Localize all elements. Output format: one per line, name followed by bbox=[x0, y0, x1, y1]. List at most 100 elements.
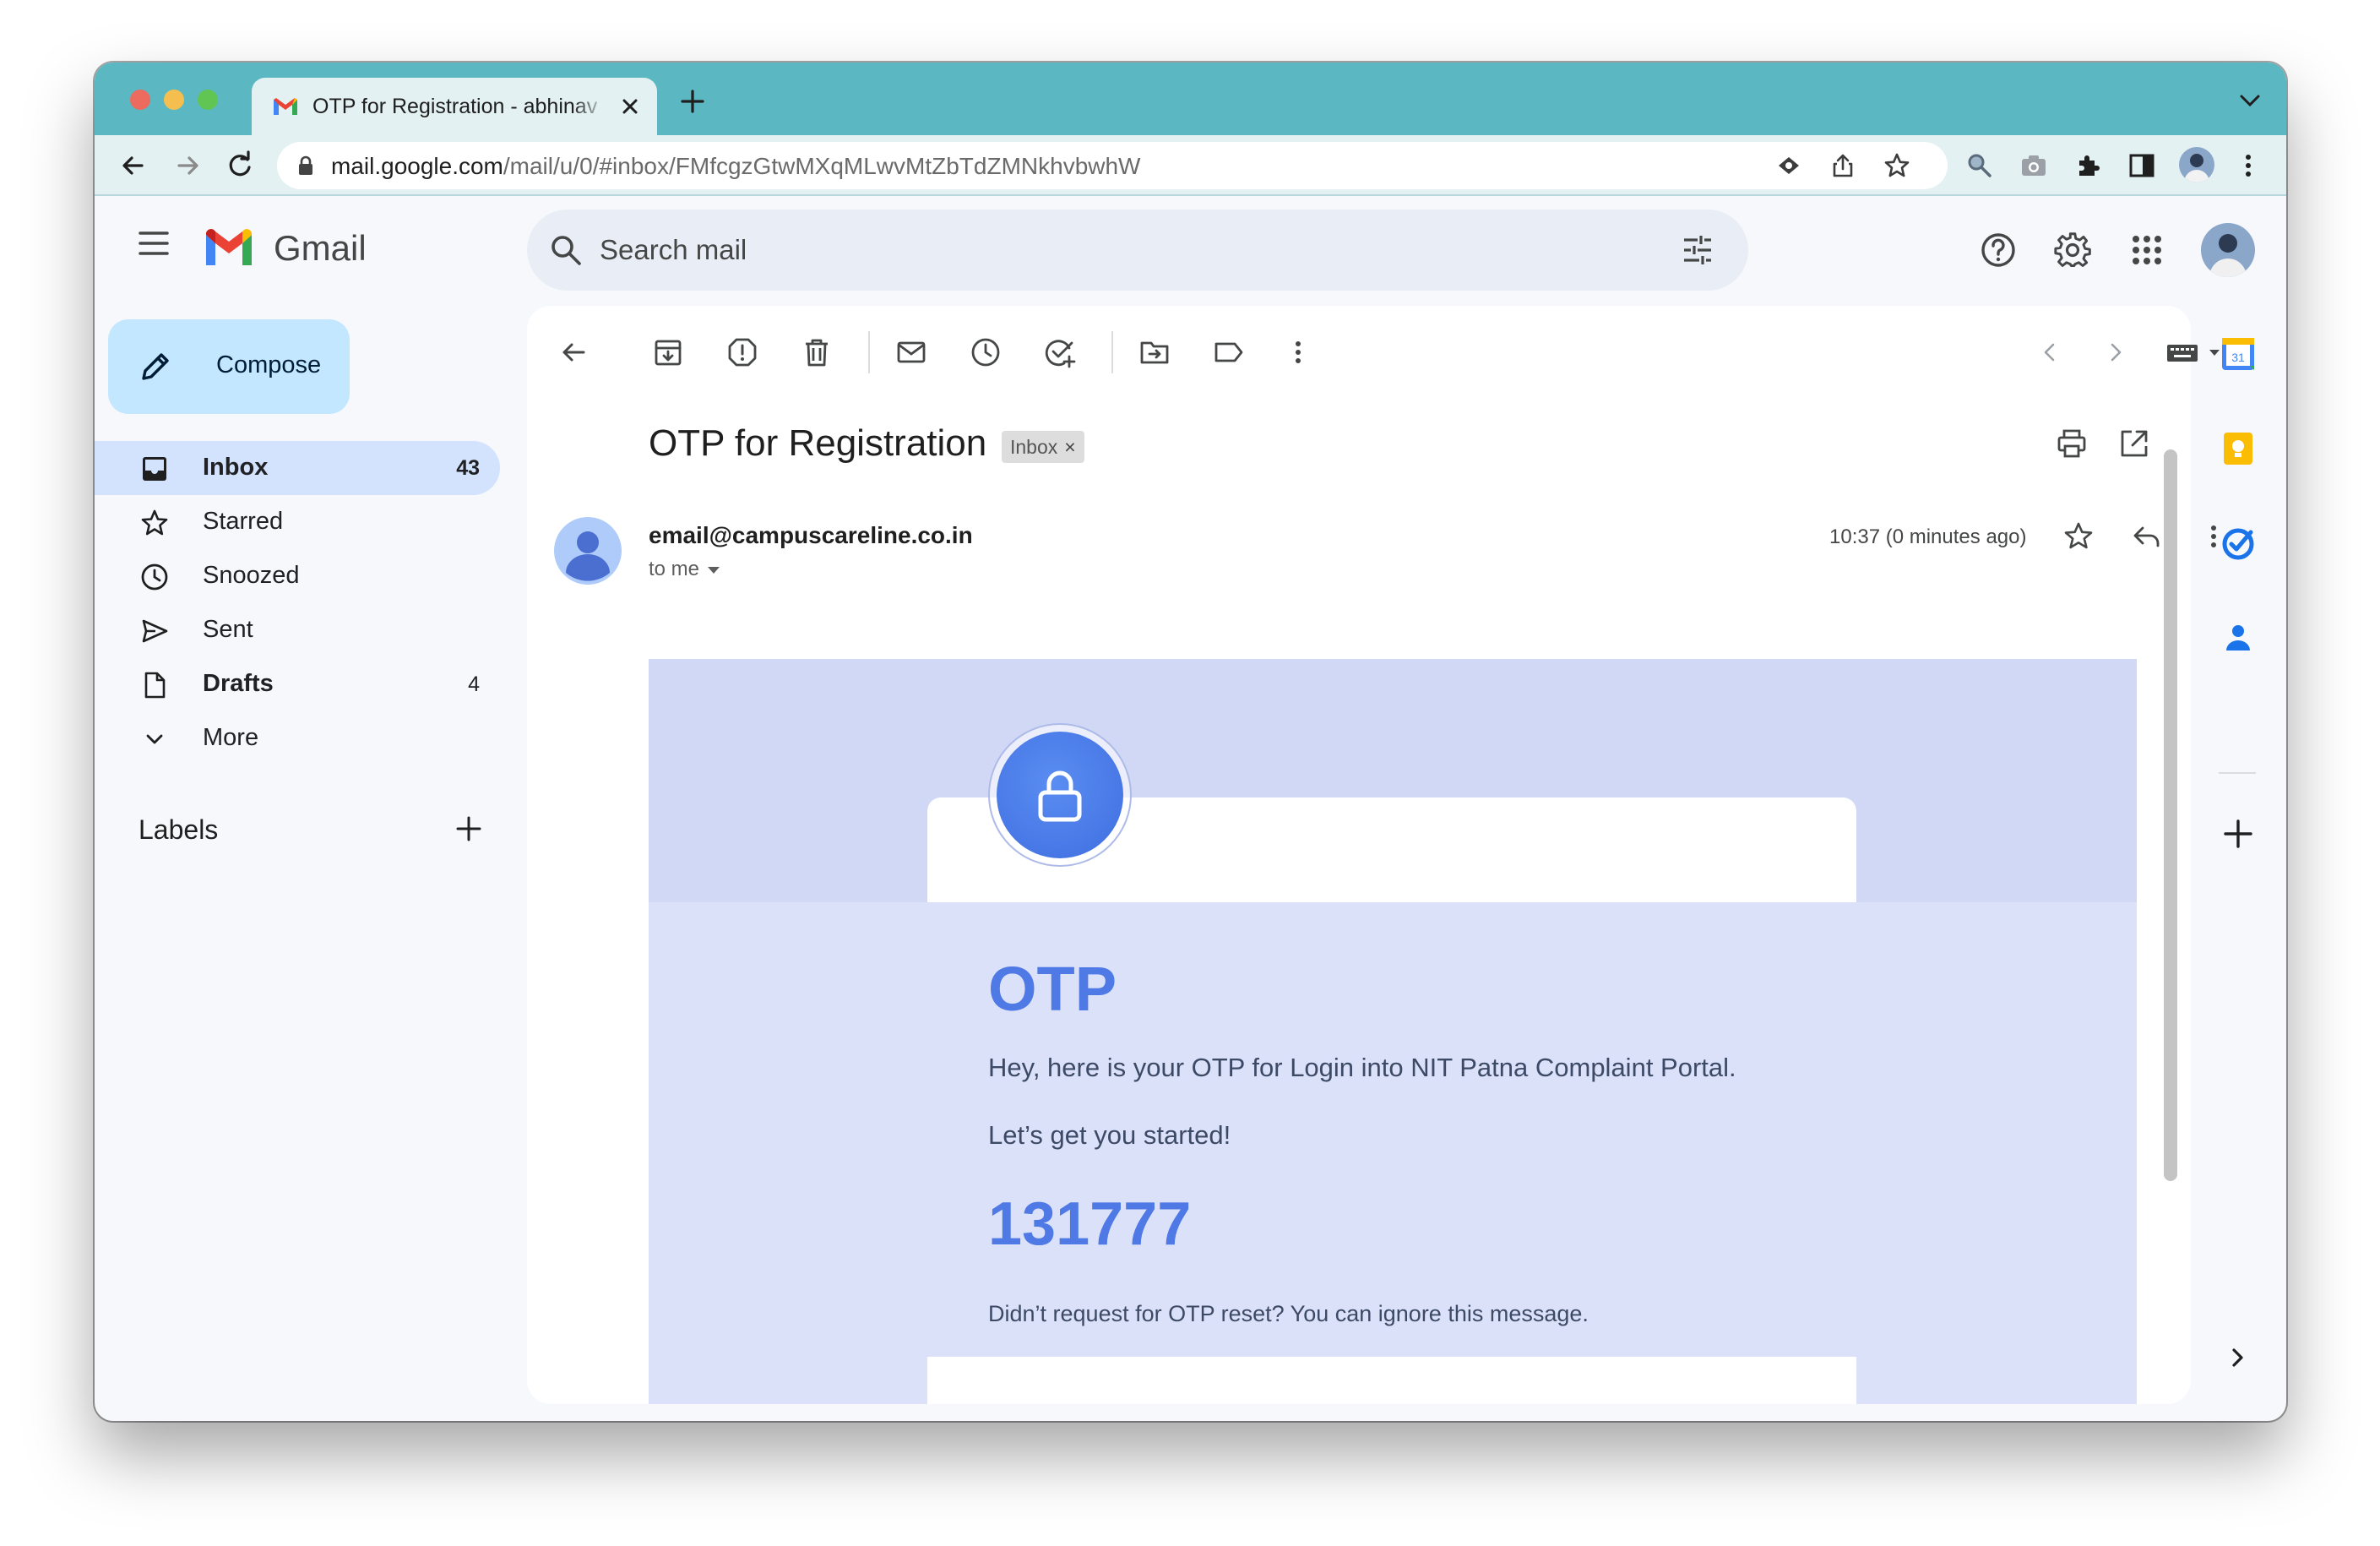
search-bar[interactable] bbox=[527, 210, 1748, 291]
recipient-details-toggle[interactable]: to me bbox=[649, 558, 720, 581]
get-addons-plus-icon[interactable] bbox=[2219, 814, 2258, 853]
view-site-info-eye-icon[interactable] bbox=[1775, 152, 1802, 179]
sidebar-item-label: Inbox bbox=[203, 454, 269, 481]
delete-trash-icon[interactable] bbox=[801, 336, 833, 368]
snooze-clock-icon[interactable] bbox=[970, 336, 1002, 368]
camera-extension-icon[interactable] bbox=[2019, 150, 2049, 181]
gmail-logo-icon[interactable] bbox=[203, 228, 255, 267]
newer-chevron-left-icon[interactable] bbox=[2034, 336, 2066, 368]
unread-count: 43 bbox=[456, 456, 480, 480]
otp-heading: OTP bbox=[988, 954, 1117, 1024]
compose-label: Compose bbox=[216, 351, 322, 378]
profile-person-icon bbox=[2184, 154, 2209, 182]
google-apps-icon[interactable] bbox=[2128, 231, 2165, 269]
svg-text:31: 31 bbox=[2231, 351, 2245, 364]
back-arrow-icon[interactable] bbox=[118, 150, 149, 181]
google-contacts-icon[interactable] bbox=[2219, 618, 2258, 657]
side-panel-icon[interactable] bbox=[2127, 150, 2157, 181]
add-to-tasks-icon[interactable] bbox=[1044, 336, 1076, 368]
tab-title: OTP for Registration - abhinav bbox=[312, 94, 598, 118]
search-icon[interactable] bbox=[549, 233, 583, 267]
sender-email[interactable]: email@campuscareline.co.in bbox=[649, 522, 973, 549]
sidebar-item-label: Starred bbox=[203, 508, 284, 535]
email-card-bottom bbox=[927, 1357, 1856, 1404]
browser-toolbar: mail.google.com/mail/u/0/#inbox/FMfcgzGt… bbox=[95, 135, 2286, 196]
new-tab-icon[interactable] bbox=[679, 88, 706, 115]
sidebar-item-inbox[interactable]: Inbox 43 bbox=[95, 441, 500, 495]
label-tag-icon[interactable] bbox=[1213, 336, 1245, 368]
draft-count: 4 bbox=[468, 672, 480, 696]
open-in-new-window-icon[interactable] bbox=[2118, 427, 2150, 460]
url-path: /mail/u/0/#inbox/FMfcgzGtwMXqMLwvMtZbTdZ… bbox=[503, 153, 1141, 179]
star-message-icon[interactable] bbox=[2062, 520, 2095, 553]
url-text[interactable]: mail.google.com/mail/u/0/#inbox/FMfcgzGt… bbox=[331, 153, 1140, 180]
sender-avatar-icon[interactable] bbox=[554, 517, 622, 585]
sidebar-item-snoozed[interactable]: Snoozed bbox=[95, 549, 500, 603]
report-spam-icon[interactable] bbox=[726, 336, 758, 368]
inbox-label-chip[interactable]: Inbox × bbox=[1002, 431, 1084, 463]
compose-button[interactable]: Compose bbox=[108, 319, 350, 414]
mark-unread-mail-icon[interactable] bbox=[895, 336, 927, 368]
reply-icon[interactable] bbox=[2130, 520, 2162, 553]
move-to-folder-icon[interactable] bbox=[1138, 336, 1171, 368]
older-chevron-right-icon[interactable] bbox=[2100, 336, 2132, 368]
google-keep-icon[interactable] bbox=[2219, 429, 2258, 468]
sidebar-item-sent[interactable]: Sent bbox=[95, 603, 500, 657]
extensions-puzzle-icon[interactable] bbox=[2073, 150, 2103, 181]
message-scrollbar[interactable] bbox=[2164, 449, 2177, 1181]
close-window-button[interactable] bbox=[130, 90, 150, 110]
sidebar-item-label: Drafts bbox=[203, 670, 274, 697]
tab-search-chevron-icon[interactable] bbox=[2239, 93, 2261, 108]
sidebar-item-starred[interactable]: Starred bbox=[95, 495, 500, 549]
to-me-label: to me bbox=[649, 558, 700, 580]
back-to-inbox-icon[interactable] bbox=[557, 336, 590, 368]
forward-arrow-icon[interactable] bbox=[172, 150, 203, 181]
gmail-favicon-icon bbox=[274, 98, 297, 115]
share-icon[interactable] bbox=[1829, 152, 1856, 179]
lock-icon[interactable] bbox=[297, 155, 314, 176]
help-icon[interactable] bbox=[1980, 231, 2017, 269]
settings-gear-icon[interactable] bbox=[2054, 231, 2091, 269]
gmail-logo-text: Gmail bbox=[274, 228, 367, 268]
pencil-icon bbox=[142, 353, 169, 380]
side-panel-divider bbox=[2219, 772, 2256, 774]
extension-search-icon[interactable] bbox=[1964, 150, 1995, 181]
clock-icon bbox=[141, 563, 168, 591]
send-icon bbox=[142, 619, 168, 643]
more-options-icon[interactable] bbox=[1282, 336, 1314, 368]
message-view: OTP for Registration Inbox × email@campus… bbox=[527, 306, 2220, 1404]
minimize-window-button[interactable] bbox=[164, 90, 184, 110]
otp-intro-text: Hey, here is your OTP for Login into NIT… bbox=[988, 1053, 1736, 1082]
input-tools-keyboard-icon[interactable] bbox=[2165, 340, 2225, 365]
search-options-icon[interactable] bbox=[1681, 233, 1714, 267]
archive-icon[interactable] bbox=[652, 336, 684, 368]
main-menu-icon[interactable] bbox=[137, 228, 171, 259]
maximize-window-button[interactable] bbox=[198, 90, 218, 110]
print-icon[interactable] bbox=[2056, 427, 2088, 460]
chip-label: Inbox bbox=[1010, 436, 1058, 458]
address-bar[interactable]: mail.google.com/mail/u/0/#inbox/FMfcgzGt… bbox=[277, 142, 1948, 189]
remove-label-close-icon[interactable]: × bbox=[1064, 436, 1075, 458]
google-tasks-icon[interactable] bbox=[2219, 524, 2258, 563]
message-timestamp: 10:37 (0 minutes ago) bbox=[1829, 525, 2027, 548]
otp-ignore-note: Didn’t request for OTP reset? You can ig… bbox=[988, 1301, 1589, 1326]
close-tab-icon[interactable] bbox=[618, 95, 642, 118]
account-avatar[interactable] bbox=[2201, 223, 2255, 277]
bookmark-star-icon[interactable] bbox=[1883, 152, 1910, 179]
chrome-menu-icon[interactable] bbox=[2233, 150, 2263, 181]
create-label-plus-icon[interactable] bbox=[454, 814, 483, 843]
google-calendar-icon[interactable]: 31 bbox=[2219, 335, 2258, 373]
message-subject: OTP for Registration bbox=[649, 422, 987, 464]
toolbar-divider bbox=[868, 331, 870, 373]
search-input[interactable] bbox=[600, 230, 1613, 270]
toolbar-divider bbox=[1111, 331, 1113, 373]
sidebar-item-drafts[interactable]: Drafts 4 bbox=[95, 657, 500, 711]
sidebar-item-more[interactable]: More bbox=[95, 711, 500, 765]
labels-heading: Labels bbox=[139, 814, 219, 845]
show-side-panel-chevron-icon[interactable] bbox=[2219, 1338, 2258, 1377]
inbox-icon bbox=[143, 457, 166, 481]
reload-icon[interactable] bbox=[225, 150, 255, 181]
account-person-icon bbox=[2209, 234, 2247, 277]
browser-tab[interactable]: OTP for Registration - abhinav bbox=[252, 78, 657, 135]
profile-avatar[interactable] bbox=[2179, 147, 2214, 182]
